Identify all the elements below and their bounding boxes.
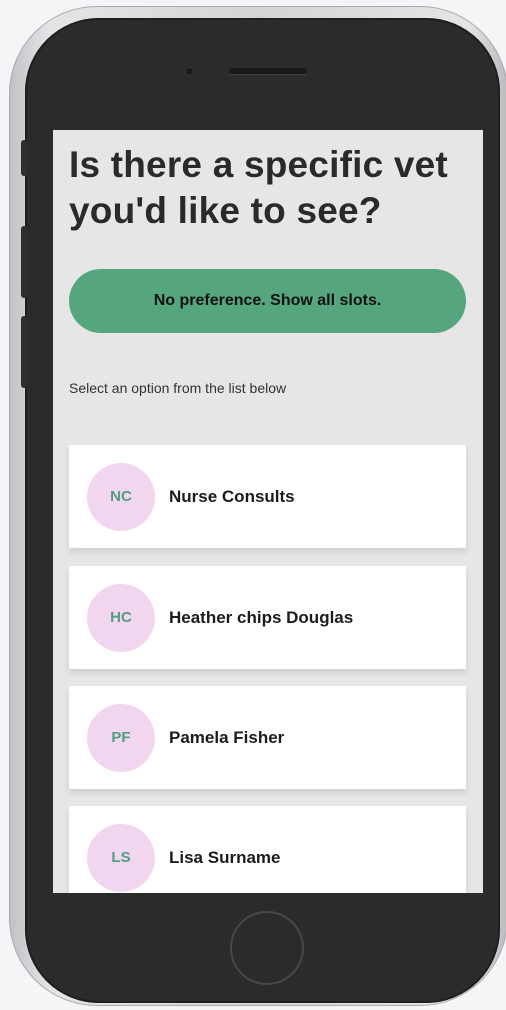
instruction-text: Select an option from the list below (69, 380, 287, 396)
avatar: NC (87, 462, 155, 531)
vet-option-lisa-surname[interactable]: LS Lisa Surname (69, 806, 466, 893)
avatar: LS (87, 823, 155, 892)
mute-switch (21, 140, 27, 176)
phone-screen: Is there a specific vet you'd like to se… (53, 130, 483, 893)
vet-name: Heather chips Douglas (169, 607, 354, 627)
vet-name: Pamela Fisher (169, 727, 285, 747)
avatar: HC (87, 583, 155, 652)
camera-icon (186, 68, 193, 75)
volume-up-button (21, 226, 27, 298)
vet-name: Nurse Consults (169, 486, 295, 506)
speaker-grille (229, 68, 307, 74)
volume-down-button (21, 316, 27, 388)
home-button[interactable] (230, 911, 304, 985)
vet-option-nurse-consults[interactable]: NC Nurse Consults (69, 445, 466, 548)
page-title: Is there a specific vet you'd like to se… (69, 144, 448, 231)
no-preference-button[interactable]: No preference. Show all slots. (69, 269, 466, 333)
vet-option-pamela-fisher[interactable]: PF Pamela Fisher (69, 686, 466, 789)
stage: Is there a specific vet you'd like to se… (0, 0, 506, 1010)
vet-name: Lisa Surname (169, 847, 281, 867)
avatar: PF (87, 703, 155, 772)
vet-option-heather-chips-douglas[interactable]: HC Heather chips Douglas (69, 566, 466, 669)
